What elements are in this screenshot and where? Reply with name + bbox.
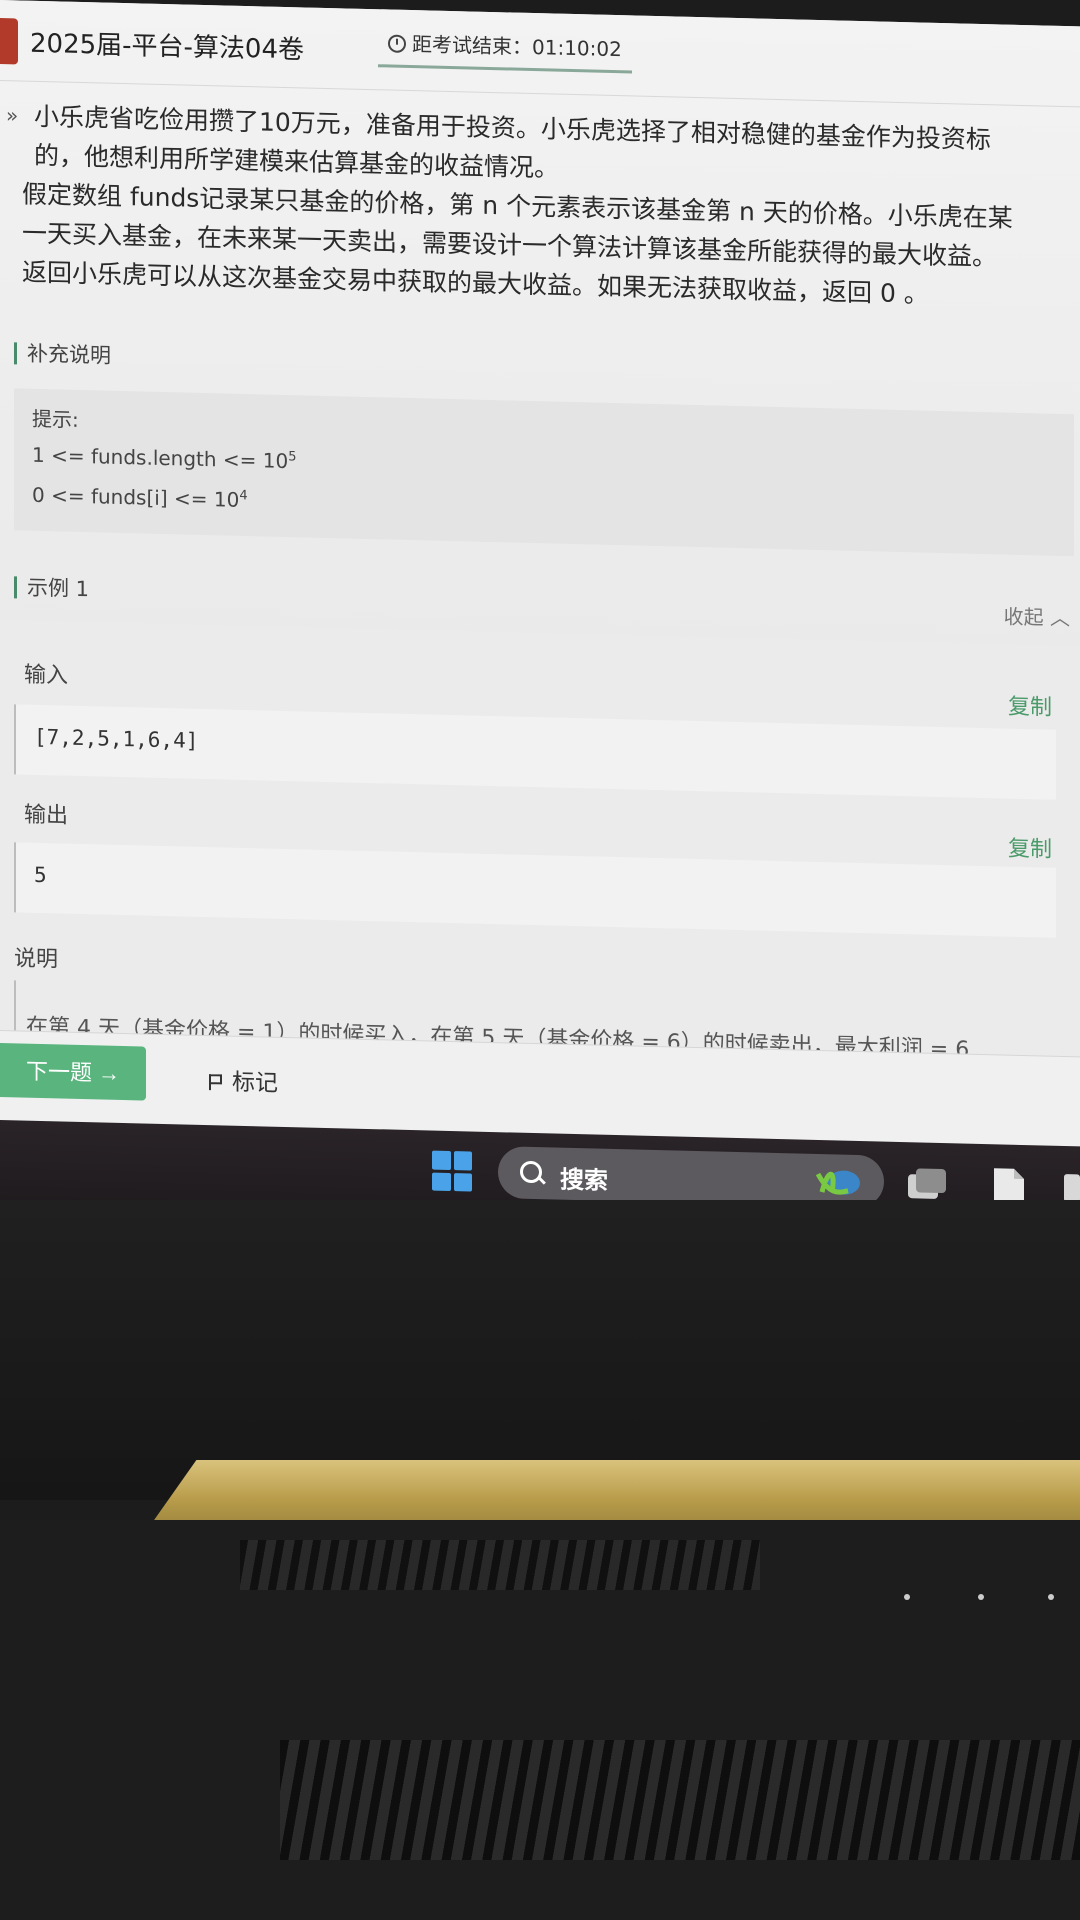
output-label: 输出 bbox=[24, 802, 69, 829]
laptop-screen: 2025届-平台-算法04卷 距考试结束：01:10:02 » 小乐虎省吃俭用攒… bbox=[0, 0, 1080, 1227]
countdown-timer: 距考试结束：01:10:02 bbox=[378, 27, 632, 74]
vent-grille-lower bbox=[280, 1740, 1080, 1860]
copy-output-button[interactable]: 复制 bbox=[1008, 831, 1052, 864]
constraint-length-exponent: 5 bbox=[288, 449, 297, 465]
awareness-ribbon-icon bbox=[815, 1170, 860, 1195]
chevron-up-icon: ︿ bbox=[1050, 605, 1070, 631]
windows-start-icon[interactable] bbox=[432, 1150, 472, 1192]
exam-app: 2025届-平台-算法04卷 距考试结束：01:10:02 » 小乐虎省吃俭用攒… bbox=[0, 0, 1080, 1147]
output-code-box: 5 bbox=[14, 842, 1056, 938]
hint-title: 提示: bbox=[32, 406, 79, 432]
copy-input-button[interactable]: 复制 bbox=[1008, 689, 1052, 722]
clock-icon bbox=[388, 34, 406, 53]
timer-label: 距考试结束： bbox=[412, 32, 532, 60]
mark-label: 标记 bbox=[232, 1069, 278, 1097]
collapse-label: 收起 bbox=[1003, 604, 1044, 630]
status-led bbox=[1048, 1594, 1054, 1600]
exam-header: 2025届-平台-算法04卷 距考试结束：01:10:02 bbox=[0, 0, 1080, 108]
search-label: 搜索 bbox=[560, 1165, 608, 1195]
constraint-value-text: 0 <= funds[i] <= 10 bbox=[32, 482, 240, 512]
mark-button[interactable]: 标记 bbox=[208, 1062, 278, 1098]
constraint-length: 1 <= funds.length <= 105 bbox=[32, 443, 297, 473]
constraint-value-exponent: 4 bbox=[239, 488, 248, 504]
vent-grille-upper bbox=[240, 1540, 760, 1590]
hint-box: 提示: 1 <= funds.length <= 105 0 <= funds[… bbox=[14, 388, 1074, 557]
search-icon bbox=[520, 1160, 542, 1184]
collapse-button[interactable]: 收起 ︿ bbox=[1004, 601, 1070, 632]
flag-icon bbox=[209, 1074, 222, 1091]
laptop-bezel bbox=[0, 1200, 1080, 1500]
input-code-box: [7,2,5,1,6,4] bbox=[14, 704, 1056, 800]
status-led bbox=[978, 1594, 984, 1600]
example-heading: 示例 1 bbox=[14, 576, 90, 601]
supplement-heading: 补充说明 bbox=[14, 342, 111, 368]
status-led bbox=[904, 1594, 910, 1600]
output-value: 5 bbox=[34, 862, 47, 888]
question-description: » 小乐虎省吃俭用攒了10万元，准备用于投资。小乐虎选择了相对稳健的基金作为投资… bbox=[6, 97, 1062, 317]
exam-title: 2025届-平台-算法04卷 bbox=[30, 28, 305, 66]
next-question-button[interactable]: 下一题 → bbox=[0, 1043, 146, 1101]
explain-label: 说明 bbox=[14, 946, 59, 973]
taskbar-search-box[interactable]: 搜索 bbox=[498, 1146, 884, 1208]
timer-value: 01:10:02 bbox=[532, 35, 622, 62]
constraint-length-text: 1 <= funds.length <= 10 bbox=[32, 442, 289, 474]
double-chevron-icon[interactable]: » bbox=[6, 96, 18, 135]
input-value: [7,2,5,1,6,4] bbox=[34, 724, 199, 753]
input-label: 输入 bbox=[24, 662, 69, 689]
constraint-value: 0 <= funds[i] <= 104 bbox=[32, 483, 248, 512]
